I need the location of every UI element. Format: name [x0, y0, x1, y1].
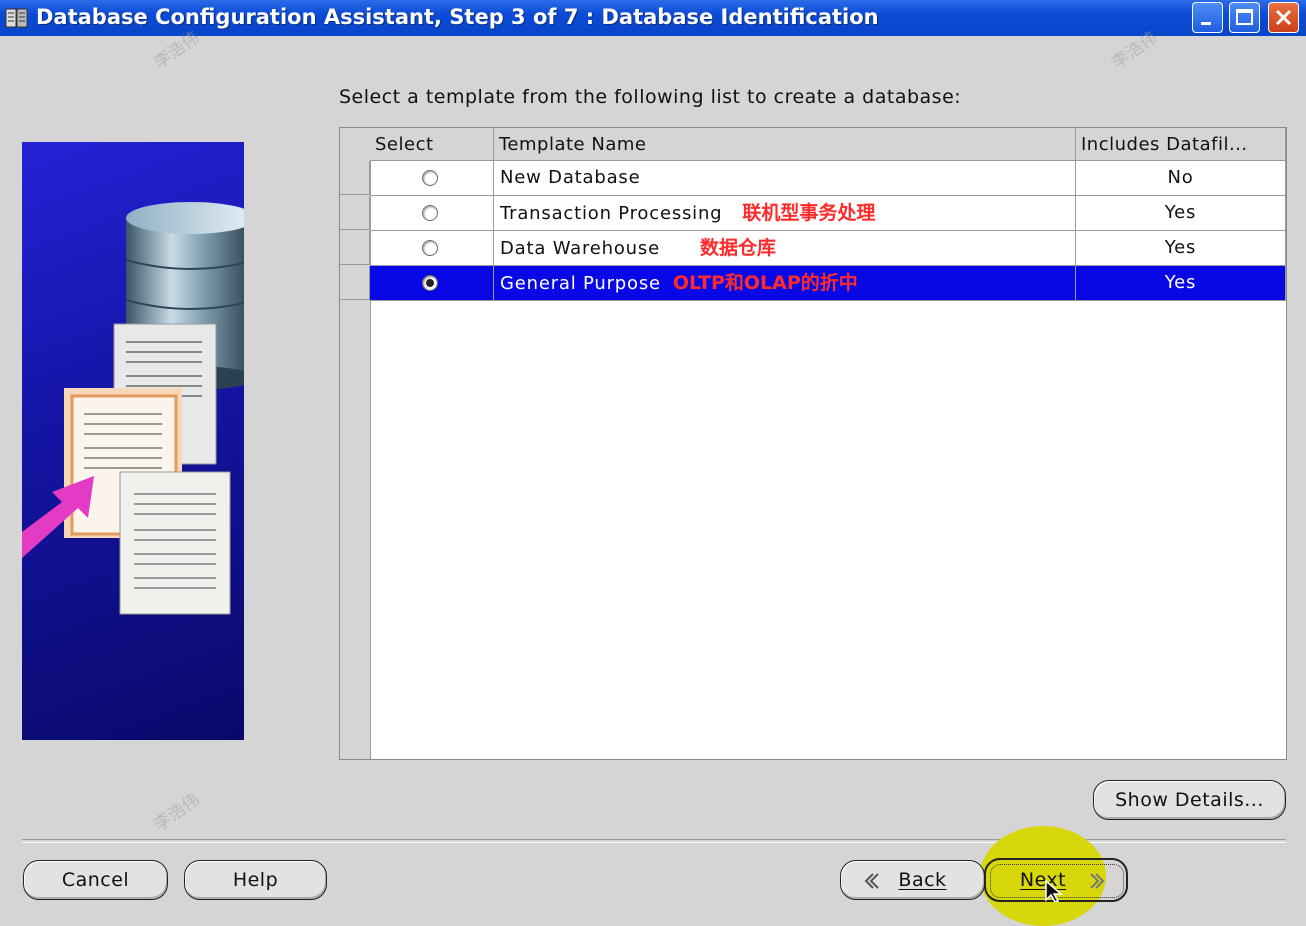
separator [22, 839, 1286, 843]
table-row[interactable]: New Database No [340, 161, 1286, 196]
select-cell[interactable] [370, 161, 494, 196]
includes-datafiles-cell[interactable]: No [1076, 161, 1286, 196]
template-radio-transaction-processing[interactable] [422, 205, 438, 221]
column-header-includes-datafiles[interactable]: Includes Datafil... [1076, 128, 1286, 161]
template-name: General Purpose [500, 273, 661, 294]
table-row[interactable]: Data Warehouse 数据仓库 Yes [340, 231, 1286, 266]
template-radio-new-database[interactable] [422, 170, 438, 186]
template-radio-data-warehouse[interactable] [422, 240, 438, 256]
chevron-left-icon [864, 873, 879, 889]
maximize-button[interactable] [1229, 2, 1260, 33]
template-name-cell[interactable]: New Database [494, 161, 1076, 196]
select-cell[interactable] [370, 266, 494, 301]
wizard-illustration [22, 142, 244, 740]
close-icon [1275, 9, 1292, 26]
database-documents-illustration [22, 202, 244, 615]
annotation-note: OLTP和OLAP的折中 [672, 272, 858, 294]
template-name-cell[interactable]: General Purpose OLTP和OLAP的折中 [494, 266, 1076, 301]
watermark: 李浩伟 [150, 789, 204, 836]
minimize-button[interactable] [1192, 2, 1223, 33]
select-cell[interactable] [370, 196, 494, 231]
title-bar: Database Configuration Assistant, Step 3… [0, 0, 1306, 36]
template-name-cell[interactable]: Data Warehouse 数据仓库 [494, 231, 1076, 266]
template-name-cell[interactable]: Transaction Processing 联机型事务处理 [494, 196, 1076, 231]
table-row[interactable]: Transaction Processing 联机型事务处理 Yes [340, 196, 1286, 231]
row-header [340, 266, 370, 300]
help-button[interactable]: Help [184, 860, 327, 900]
includes-datafiles-cell[interactable]: Yes [1076, 231, 1286, 266]
includes-datafiles-cell[interactable]: Yes [1076, 266, 1286, 301]
template-table: Select Template Name Includes Datafil...… [339, 127, 1287, 760]
row-header [340, 161, 370, 195]
back-button[interactable]: Back [840, 860, 985, 900]
minimize-icon [1201, 22, 1211, 25]
database-app-icon [5, 8, 28, 28]
template-name: New Database [500, 167, 641, 188]
mouse-pointer-icon [1045, 880, 1064, 902]
template-name: Data Warehouse [500, 238, 660, 259]
column-header-template-name[interactable]: Template Name [494, 128, 1076, 161]
annotation-note: 联机型事务处理 [742, 202, 876, 224]
back-label: Back [898, 869, 947, 891]
row-header [340, 231, 370, 265]
table-row-selected[interactable]: General Purpose OLTP和OLAP的折中 Yes [340, 266, 1286, 301]
template-radio-general-purpose[interactable] [422, 275, 438, 291]
includes-datafiles-cell[interactable]: Yes [1076, 196, 1286, 231]
template-name: Transaction Processing [500, 203, 723, 224]
close-button[interactable] [1268, 2, 1299, 33]
select-cell[interactable] [370, 231, 494, 266]
cancel-button[interactable]: Cancel [23, 860, 168, 900]
maximize-icon [1236, 9, 1253, 25]
instruction-text: Select a template from the following lis… [339, 86, 962, 108]
annotation-note: 数据仓库 [699, 237, 776, 259]
window-title: Database Configuration Assistant, Step 3… [36, 5, 879, 29]
show-details-button[interactable]: Show Details... [1093, 780, 1286, 820]
row-header [340, 196, 370, 230]
column-header-select[interactable]: Select [370, 128, 494, 161]
